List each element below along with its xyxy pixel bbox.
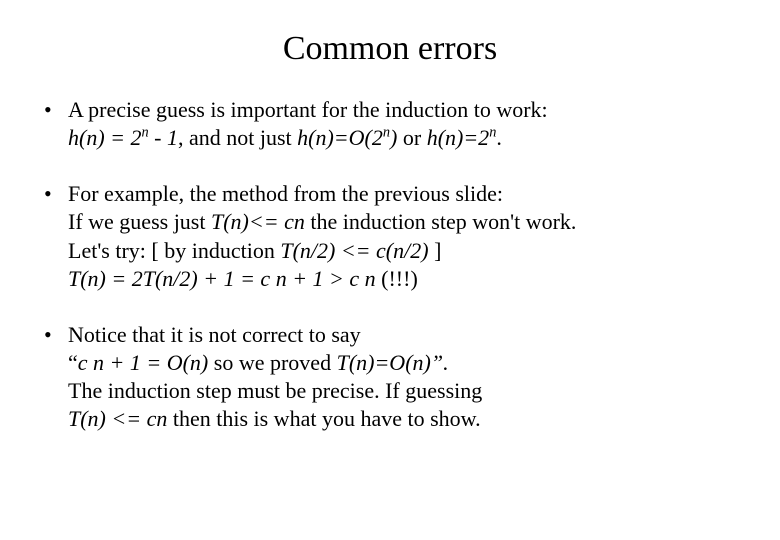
b1-o2n: h(n)=O(2: [297, 125, 383, 150]
b2-l3a: Let's try: [ by induction: [68, 238, 280, 263]
bullet-2: For example, the method from the previou…: [40, 180, 740, 293]
b1-mid1: , and not just: [178, 125, 297, 150]
b1-hn: h(n) = 2: [68, 125, 142, 150]
b2-l3b: T(n/2) <= c(n/2): [280, 238, 428, 263]
bullet-3: Notice that it is not correct to say “c …: [40, 321, 740, 434]
b3-l2c: so we proved: [208, 350, 336, 375]
b3-l2b: c n + 1 = O(n): [78, 350, 209, 375]
b2-l2c: the induction step won't work.: [305, 209, 577, 234]
slide-title: Common errors: [40, 30, 740, 68]
b2-l3c: ]: [429, 238, 442, 263]
b1-minus1: - 1: [149, 125, 178, 150]
b1-hn2: h(n)=2: [427, 125, 490, 150]
b3-l4b: then this is what you have to show.: [167, 406, 480, 431]
b3-line3: The induction step must be precise. If g…: [68, 378, 482, 403]
b2-l2a: If we guess just: [68, 209, 211, 234]
b1-exp2: n: [383, 125, 390, 141]
b3-line1: Notice that it is not correct to say: [68, 322, 361, 347]
b1-exp1: n: [142, 125, 149, 141]
slide: Common errors A precise guess is importa…: [0, 0, 780, 540]
b2-l4a: T(n) = 2T(n/2) + 1 = c n + 1 > c n: [68, 266, 376, 291]
b3-l2a: “: [68, 350, 78, 375]
b2-l4b: (!!!): [376, 266, 418, 291]
b1-line1: A precise guess is important for the ind…: [68, 97, 548, 122]
b3-l4a: T(n) <= cn: [68, 406, 167, 431]
bullet-list: A precise guess is important for the ind…: [40, 96, 740, 434]
b2-line1: For example, the method from the previou…: [68, 181, 503, 206]
b2-l2b: T(n)<= cn: [211, 209, 305, 234]
b3-l2d: T(n)=O(n)”.: [337, 350, 449, 375]
b1-period: .: [496, 125, 502, 150]
b1-or: or: [397, 125, 426, 150]
bullet-1: A precise guess is important for the ind…: [40, 96, 740, 152]
